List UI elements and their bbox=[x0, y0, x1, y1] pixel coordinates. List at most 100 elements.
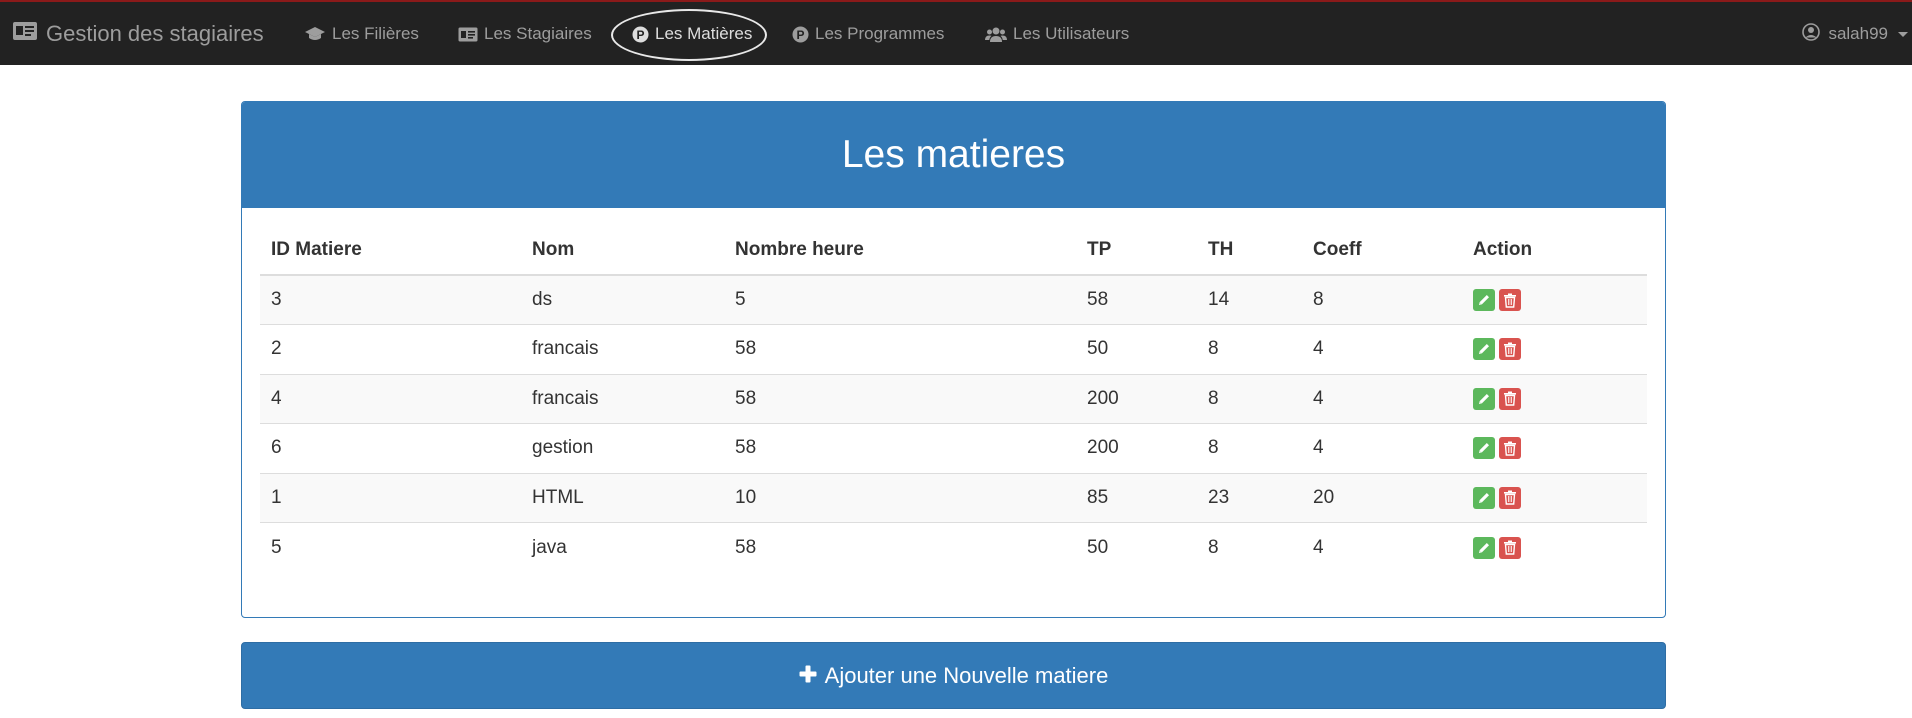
add-matiere-button[interactable]: Ajouter une Nouvelle matiere bbox=[241, 642, 1666, 709]
delete-button[interactable] bbox=[1499, 387, 1521, 410]
table-cell: 58 bbox=[724, 522, 1076, 572]
action-cell bbox=[1462, 324, 1647, 374]
trash-icon bbox=[1504, 391, 1516, 406]
table-cell: 50 bbox=[1076, 522, 1197, 572]
edit-button[interactable] bbox=[1473, 387, 1495, 410]
table-cell: 58 bbox=[724, 324, 1076, 374]
matieres-table: ID Matiere Nom Nombre heure TP TH Coeff … bbox=[260, 225, 1647, 572]
table-cell: 4 bbox=[1302, 423, 1462, 473]
pencil-icon bbox=[1479, 492, 1489, 503]
pencil-icon bbox=[1479, 542, 1489, 553]
delete-button[interactable] bbox=[1499, 289, 1521, 311]
column-header: TP bbox=[1076, 225, 1197, 276]
delete-button[interactable] bbox=[1499, 486, 1521, 509]
table-row: 4 francais 58 200 8 4 bbox=[260, 373, 1647, 424]
nav-item-utilisateurs[interactable]: Les Utilisateurs bbox=[985, 20, 1129, 48]
table-cell: 200 bbox=[1076, 373, 1197, 424]
table-cell: 50 bbox=[1076, 324, 1197, 374]
svg-text:P: P bbox=[636, 28, 644, 42]
table-cell: 8 bbox=[1302, 274, 1462, 325]
delete-button[interactable] bbox=[1499, 536, 1521, 559]
pencil-icon bbox=[1479, 344, 1489, 355]
table-cell: francais bbox=[521, 324, 724, 374]
table-cell: 5 bbox=[260, 522, 521, 572]
table-cell: 4 bbox=[1302, 373, 1462, 424]
column-header: Nom bbox=[521, 225, 724, 276]
panel-heading: Les matieres bbox=[242, 102, 1665, 208]
table-cell: 58 bbox=[1076, 274, 1197, 325]
table-cell: 58 bbox=[724, 373, 1076, 424]
p-circle-icon: P bbox=[792, 26, 809, 43]
table-cell: 14 bbox=[1197, 274, 1302, 325]
user-menu[interactable]: salah99 bbox=[1802, 20, 1908, 48]
table-row: 2 francais 58 50 8 4 bbox=[260, 324, 1647, 374]
trash-icon bbox=[1504, 342, 1516, 357]
action-cell bbox=[1462, 423, 1647, 473]
table-cell: 4 bbox=[1302, 522, 1462, 572]
table-cell: francais bbox=[521, 373, 724, 424]
table-cell: 2 bbox=[260, 324, 521, 374]
edit-button[interactable] bbox=[1473, 536, 1495, 559]
edit-button[interactable] bbox=[1473, 338, 1495, 361]
trash-icon bbox=[1504, 540, 1516, 555]
column-header: ID Matiere bbox=[260, 225, 521, 276]
table-row: 1 HTML 10 85 23 20 bbox=[260, 472, 1647, 523]
table-cell: 3 bbox=[260, 274, 521, 325]
table-cell: 5 bbox=[724, 274, 1076, 325]
table-cell: 10 bbox=[724, 472, 1076, 523]
table-cell: 6 bbox=[260, 423, 521, 473]
nav-item-matieres[interactable]: P Les Matières bbox=[632, 20, 752, 48]
pencil-icon bbox=[1479, 393, 1489, 404]
nav-item-filieres[interactable]: Les Filières bbox=[304, 20, 419, 48]
nav-item-label: Les Stagiaires bbox=[484, 24, 592, 43]
table-cell: 4 bbox=[260, 373, 521, 424]
nav-item-programmes[interactable]: P Les Programmes bbox=[792, 20, 944, 48]
trash-icon bbox=[1504, 293, 1516, 308]
column-header: Coeff bbox=[1302, 225, 1462, 276]
add-button-label: Ajouter une Nouvelle matiere bbox=[824, 662, 1109, 688]
pencil-icon bbox=[1479, 443, 1489, 454]
table-cell: 200 bbox=[1076, 423, 1197, 473]
table-cell: 8 bbox=[1197, 522, 1302, 572]
trash-icon bbox=[1504, 490, 1516, 505]
table-row: 5 java 58 50 8 4 bbox=[260, 522, 1647, 572]
id-card-icon bbox=[458, 27, 478, 42]
table-cell: 8 bbox=[1197, 373, 1302, 424]
edit-button[interactable] bbox=[1473, 437, 1495, 460]
panel-body: ID Matiere Nom Nombre heure TP TH Coeff … bbox=[242, 208, 1665, 572]
p-circle-icon: P bbox=[632, 26, 649, 43]
nav-item-stagiaires[interactable]: Les Stagiaires bbox=[458, 20, 592, 48]
table-cell: 1 bbox=[260, 472, 521, 523]
table-cell: 8 bbox=[1197, 423, 1302, 473]
table-cell: gestion bbox=[521, 423, 724, 473]
action-cell bbox=[1462, 522, 1647, 572]
action-cell bbox=[1462, 274, 1647, 325]
nav-item-label: Les Filières bbox=[332, 24, 419, 43]
brand-link[interactable]: Gestion des stagiaires bbox=[12, 20, 264, 48]
nav-item-label: Les Programmes bbox=[815, 24, 945, 43]
table-cell: 8 bbox=[1197, 324, 1302, 374]
table-cell: 58 bbox=[724, 423, 1076, 473]
username: salah99 bbox=[1828, 24, 1888, 43]
table-cell: java bbox=[521, 522, 724, 572]
table-cell: 23 bbox=[1197, 472, 1302, 523]
caret-down-icon bbox=[1898, 31, 1908, 37]
column-header: TH bbox=[1197, 225, 1302, 276]
svg-text:P: P bbox=[796, 28, 804, 42]
column-header: Nombre heure bbox=[724, 225, 1076, 276]
table-cell: ds bbox=[521, 274, 724, 325]
table-cell: 20 bbox=[1302, 472, 1462, 523]
brand-title: Gestion des stagiaires bbox=[46, 21, 264, 46]
id-card-icon bbox=[12, 21, 38, 47]
table-cell: 4 bbox=[1302, 324, 1462, 374]
delete-button[interactable] bbox=[1499, 437, 1521, 460]
delete-button[interactable] bbox=[1499, 338, 1521, 361]
table-header-row: ID Matiere Nom Nombre heure TP TH Coeff … bbox=[260, 225, 1647, 276]
page-title: Les matieres bbox=[841, 133, 1066, 176]
nav-item-label: Les Utilisateurs bbox=[1013, 24, 1130, 43]
edit-button[interactable] bbox=[1473, 289, 1495, 311]
edit-button[interactable] bbox=[1473, 486, 1495, 509]
nav-item-label: Les Matières bbox=[655, 24, 753, 43]
user-circle-icon bbox=[1802, 22, 1821, 46]
plus-icon bbox=[799, 663, 817, 689]
